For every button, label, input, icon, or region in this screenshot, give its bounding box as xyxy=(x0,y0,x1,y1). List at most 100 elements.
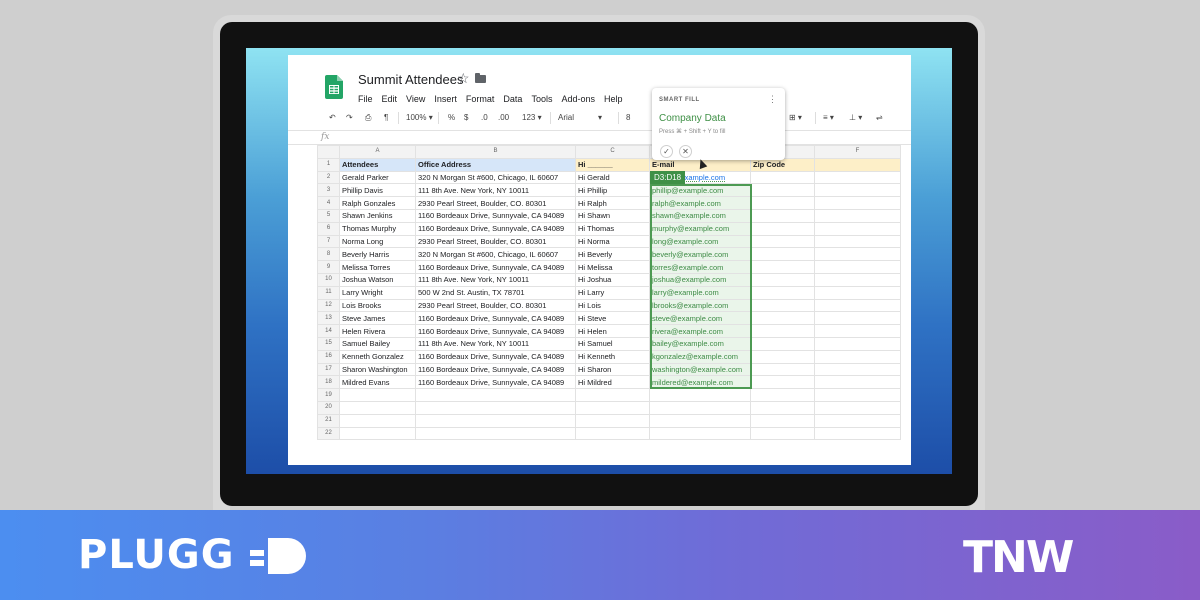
row-number[interactable]: 1 xyxy=(317,157,340,172)
menu-insert[interactable]: Insert xyxy=(434,94,457,104)
greeting-cell[interactable]: Hi Phillip xyxy=(575,183,650,198)
greeting-cell[interactable]: Hi Sharon xyxy=(575,362,650,377)
empty-cell[interactable] xyxy=(649,388,751,402)
menu-tools[interactable]: Tools xyxy=(531,94,552,104)
attendee-name-cell[interactable]: Phillip Davis xyxy=(339,183,416,198)
zip-code-cell[interactable] xyxy=(750,208,815,223)
greeting-cell[interactable]: Hi Beverly xyxy=(575,247,650,262)
attendee-name-cell[interactable]: Samuel Bailey xyxy=(339,336,416,351)
greeting-cell[interactable]: Hi Shawn xyxy=(575,208,650,223)
empty-cell[interactable] xyxy=(814,375,901,390)
email-cell[interactable]: kgonzalez@example.com xyxy=(649,349,751,364)
empty-cell[interactable] xyxy=(814,324,901,338)
attendee-name-cell[interactable]: Shawn Jenkins xyxy=(339,208,416,223)
row-number[interactable]: 15 xyxy=(317,336,340,351)
row-number[interactable]: 20 xyxy=(317,400,340,415)
row-number[interactable]: 21 xyxy=(317,413,340,428)
attendee-name-cell[interactable]: Gerald Parker xyxy=(339,170,416,185)
row-number[interactable]: 22 xyxy=(317,426,340,441)
email-cell[interactable]: washington@example.com xyxy=(649,362,751,377)
zip-code-cell[interactable] xyxy=(750,336,815,351)
attendee-name-cell[interactable]: Sharon Washington xyxy=(339,362,416,377)
office-address-cell[interactable]: 1160 Bordeaux Drive, Sunnyvale, CA 94089 xyxy=(415,311,576,326)
zip-code-cell[interactable] xyxy=(750,272,815,287)
greeting-cell[interactable]: Hi Steve xyxy=(575,311,650,326)
empty-cell[interactable] xyxy=(415,413,576,428)
document-title[interactable]: Summit Attendees xyxy=(358,72,464,87)
column-header-b[interactable]: B xyxy=(415,145,576,159)
horizontal-align-icon[interactable]: ≡ ▾ xyxy=(823,113,834,122)
row-number[interactable]: 4 xyxy=(317,196,340,210)
email-cell[interactable]: torres@example.com xyxy=(649,260,751,274)
zip-code-cell[interactable] xyxy=(750,298,815,313)
zoom-select[interactable]: 100% ▾ xyxy=(406,113,433,122)
empty-cell[interactable] xyxy=(814,183,901,198)
greeting-cell[interactable]: Hi Norma xyxy=(575,234,650,249)
zip-code-cell[interactable] xyxy=(750,196,815,210)
attendee-name-cell[interactable]: Helen Rivera xyxy=(339,324,416,338)
menu-format[interactable]: Format xyxy=(466,94,495,104)
currency-button[interactable]: $ xyxy=(464,113,468,122)
email-cell[interactable]: ralph@example.com xyxy=(649,196,751,210)
menu-help[interactable]: Help xyxy=(604,94,623,104)
greeting-cell[interactable]: Hi Mildred xyxy=(575,375,650,390)
greeting-cell[interactable]: Hi Samuel xyxy=(575,336,650,351)
header-cell-greeting[interactable]: Hi ______ xyxy=(575,157,650,172)
zip-code-cell[interactable] xyxy=(750,221,815,236)
decrease-decimal-button[interactable]: .0 xyxy=(481,113,488,122)
empty-cell[interactable] xyxy=(814,426,901,441)
empty-cell[interactable] xyxy=(339,388,416,402)
email-cell[interactable]: rivera@example.com xyxy=(649,324,751,338)
header-cell-f[interactable] xyxy=(814,157,901,172)
office-address-cell[interactable]: 1160 Bordeaux Drive, Sunnyvale, CA 94089 xyxy=(415,208,576,223)
empty-cell[interactable] xyxy=(814,260,901,274)
email-cell[interactable]: shawn@example.com xyxy=(649,208,751,223)
redo-icon[interactable]: ↷ xyxy=(346,113,353,122)
office-address-cell[interactable]: 2930 Pearl Street, Boulder, CO. 80301 xyxy=(415,196,576,210)
attendee-name-cell[interactable]: Beverly Harris xyxy=(339,247,416,262)
select-all-corner[interactable] xyxy=(317,145,340,159)
greeting-cell[interactable]: Hi Helen xyxy=(575,324,650,338)
row-number[interactable]: 17 xyxy=(317,362,340,377)
folder-icon[interactable] xyxy=(475,73,486,83)
greeting-cell[interactable]: Hi Melissa xyxy=(575,260,650,274)
more-options-icon[interactable]: ⋮ xyxy=(768,94,777,105)
row-number[interactable]: 5 xyxy=(317,208,340,223)
empty-cell[interactable] xyxy=(814,170,901,185)
increase-decimal-button[interactable]: .00 xyxy=(498,113,509,122)
email-cell[interactable]: larry@example.com xyxy=(649,285,751,300)
greeting-cell[interactable]: Hi Ralph xyxy=(575,196,650,210)
attendee-name-cell[interactable]: Steve James xyxy=(339,311,416,326)
greeting-cell[interactable]: Hi Gerald xyxy=(575,170,650,185)
empty-cell[interactable] xyxy=(814,349,901,364)
number-format-select[interactable]: 123 ▾ xyxy=(522,113,542,122)
zip-code-cell[interactable] xyxy=(750,170,815,185)
attendee-name-cell[interactable]: Lois Brooks xyxy=(339,298,416,313)
vertical-align-icon[interactable]: ⊥ ▾ xyxy=(849,113,862,122)
office-address-cell[interactable]: 1160 Bordeaux Drive, Sunnyvale, CA 94089 xyxy=(415,349,576,364)
empty-cell[interactable] xyxy=(814,298,901,313)
row-number[interactable]: 16 xyxy=(317,349,340,364)
email-cell[interactable]: steve@example.com xyxy=(649,311,751,326)
office-address-cell[interactable]: 1160 Bordeaux Drive, Sunnyvale, CA 94089 xyxy=(415,375,576,390)
zip-code-cell[interactable] xyxy=(750,183,815,198)
attendee-name-cell[interactable]: Kenneth Gonzalez xyxy=(339,349,416,364)
office-address-cell[interactable]: 111 8th Ave. New York, NY 10011 xyxy=(415,272,576,287)
greeting-cell[interactable]: Hi Kenneth xyxy=(575,349,650,364)
header-cell-office-address[interactable]: Office Address xyxy=(415,157,576,172)
star-icon[interactable]: ☆ xyxy=(457,70,470,87)
percent-button[interactable]: % xyxy=(448,113,455,122)
greeting-cell[interactable]: Hi Joshua xyxy=(575,272,650,287)
zip-code-cell[interactable] xyxy=(750,285,815,300)
row-number[interactable]: 13 xyxy=(317,311,340,326)
column-header-f[interactable]: F xyxy=(814,145,901,159)
empty-cell[interactable] xyxy=(814,388,901,402)
empty-cell[interactable] xyxy=(575,388,650,402)
font-size-select[interactable]: 8 xyxy=(626,113,630,122)
empty-cell[interactable] xyxy=(750,426,815,441)
attendee-name-cell[interactable]: Melissa Torres xyxy=(339,260,416,274)
empty-cell[interactable] xyxy=(814,362,901,377)
email-cell[interactable]: bailey@example.com xyxy=(649,336,751,351)
zip-code-cell[interactable] xyxy=(750,247,815,262)
menu-file[interactable]: File xyxy=(358,94,373,104)
